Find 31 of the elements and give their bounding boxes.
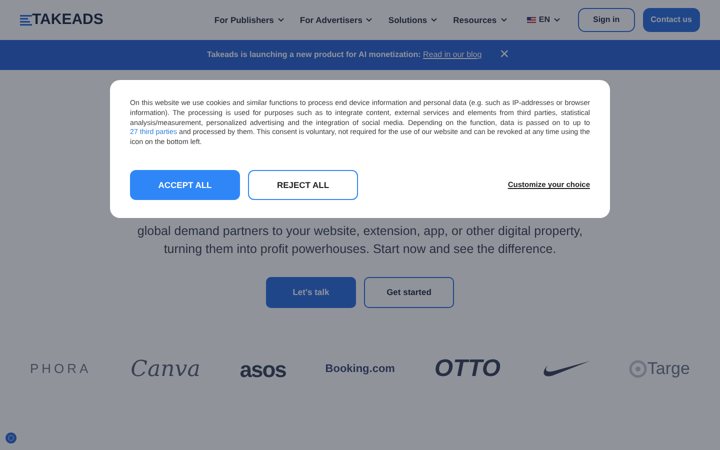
nav-menu[interactable]: Resources: [445, 14, 515, 26]
language-selector[interactable]: EN: [520, 13, 566, 27]
target-icon: [629, 360, 648, 378]
nav-menu[interactable]: For Advertisers: [292, 14, 380, 26]
reject-button[interactable]: REJECT ALL: [248, 170, 358, 200]
caret-icon: [366, 18, 372, 22]
caret-icon: [278, 18, 284, 22]
accept-button[interactable]: ACCEPT ALL: [130, 170, 240, 200]
banner-text: Takeads is launching a new product for AI monetization: Read in our blog: [206, 49, 482, 61]
flag-icon: [526, 17, 536, 23]
cookie-settings-icon[interactable]: [5, 432, 17, 444]
brand-logo: asos: [240, 356, 286, 384]
contact-button[interactable]: Contact us: [642, 8, 700, 32]
brand-logo: Booking.com: [325, 362, 395, 377]
caret-icon: [554, 18, 560, 22]
logo-text[interactable]: TAKEADS: [32, 8, 104, 32]
blog-link[interactable]: Read in our blog: [422, 50, 482, 59]
brand-logo: Canva: [130, 356, 200, 384]
talk-button[interactable]: Let's talk: [266, 277, 356, 308]
nav-menu[interactable]: Solutions: [380, 14, 446, 26]
sign-in-button[interactable]: Sign in: [578, 8, 635, 32]
caret-icon: [500, 18, 507, 22]
caret-icon: [431, 18, 438, 22]
nav-menu[interactable]: For Publishers: [206, 14, 292, 26]
close-button[interactable]: ×: [496, 47, 514, 63]
brand-logo: PHORA: [30, 360, 92, 378]
hero-text: global demand partners to your website, extension, app, or other digital property, turning them into profit powerhouses. Start now and see the difference.: [136, 223, 584, 258]
brand-logo: OTTO: [434, 354, 501, 384]
start-button[interactable]: Get started: [364, 277, 454, 308]
brand-logo: Targe: [647, 358, 690, 380]
logo-icon: [20, 14, 32, 26]
